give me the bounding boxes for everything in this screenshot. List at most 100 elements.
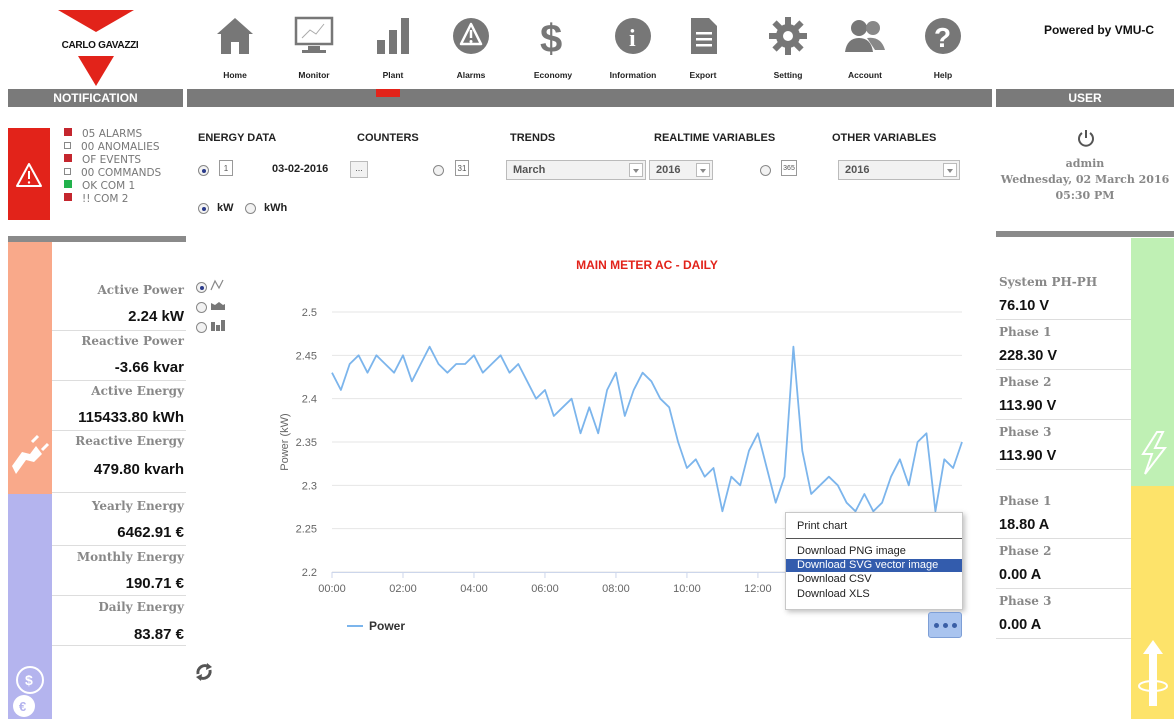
refresh-icon[interactable] bbox=[192, 660, 216, 684]
nav-monitor[interactable]: Monitor bbox=[279, 14, 349, 80]
divider bbox=[996, 469, 1131, 470]
month-calendar-icon[interactable]: 31 bbox=[455, 160, 469, 176]
measure-value: 18.80 A bbox=[999, 517, 1050, 533]
date-picker-button[interactable]: ... bbox=[350, 161, 368, 178]
info-icon: i bbox=[615, 18, 651, 54]
x-tick-label: 10:00 bbox=[673, 583, 701, 595]
nav-account[interactable]: Account bbox=[830, 14, 900, 80]
tab-other-variables[interactable]: OTHER VARIABLES bbox=[832, 132, 936, 144]
notification-text: !! COM 2 bbox=[82, 193, 129, 205]
kw-radio[interactable] bbox=[198, 203, 209, 214]
nav-information[interactable]: i Information bbox=[598, 14, 668, 80]
year-select[interactable]: 2016 bbox=[649, 160, 713, 180]
divider bbox=[996, 319, 1131, 320]
notification-text: 00 ANOMALIES bbox=[81, 141, 160, 153]
year-select-2[interactable]: 2016 bbox=[838, 160, 960, 180]
svg-text:?: ? bbox=[934, 22, 951, 53]
metric-value: 479.80 kvarh bbox=[93, 461, 184, 478]
divider bbox=[996, 419, 1131, 420]
tab-realtime-variables[interactable]: REALTIME VARIABLES bbox=[654, 132, 775, 144]
status-indicator bbox=[64, 180, 72, 188]
nav-label: Economy bbox=[533, 70, 573, 80]
alarm-warning-panel[interactable] bbox=[8, 128, 50, 220]
notification-row[interactable]: 00 ANOMALIES bbox=[64, 141, 160, 154]
measure-value: 113.90 V bbox=[999, 448, 1057, 464]
nav-economy[interactable]: $ Economy bbox=[518, 14, 588, 80]
kwh-radio[interactable] bbox=[245, 203, 256, 214]
measure-value: 228.30 V bbox=[999, 348, 1058, 364]
measure-value: 0.00 A bbox=[999, 617, 1042, 633]
tab-energy-data[interactable]: ENERGY DATA bbox=[198, 132, 276, 144]
nav-label: Account bbox=[848, 70, 882, 80]
gear-icon bbox=[769, 17, 807, 55]
notification-row[interactable]: !! COM 2 bbox=[64, 193, 128, 206]
y-tick-label: 2.4 bbox=[302, 394, 317, 406]
nav-label: Help bbox=[933, 70, 953, 80]
lightning-icon bbox=[1141, 431, 1168, 475]
month-radio[interactable] bbox=[433, 165, 444, 176]
svg-text:$: $ bbox=[540, 17, 562, 58]
day-radio[interactable] bbox=[198, 165, 209, 176]
status-indicator bbox=[64, 128, 72, 136]
notification-text: 00 COMMANDS bbox=[81, 167, 162, 179]
status-indicator bbox=[64, 168, 71, 175]
notification-row[interactable]: OK COM 1 bbox=[64, 180, 135, 193]
divider bbox=[996, 638, 1131, 639]
x-tick-label: 06:00 bbox=[531, 583, 559, 595]
export-icon bbox=[691, 18, 717, 54]
notification-row[interactable]: 00 COMMANDS bbox=[64, 167, 161, 180]
divider bbox=[996, 538, 1131, 539]
tab-counters[interactable]: COUNTERS bbox=[357, 132, 419, 144]
nav-plant[interactable]: Plant bbox=[358, 14, 428, 80]
alarms-icon bbox=[453, 18, 489, 54]
metric-label: Daily Energy bbox=[98, 600, 184, 614]
measure-label: Phase 2 bbox=[999, 544, 1052, 558]
month-select[interactable]: March bbox=[506, 160, 646, 180]
chevron-down-icon bbox=[696, 163, 710, 177]
measure-label: Phase 3 bbox=[999, 425, 1052, 439]
nav-home[interactable]: Home bbox=[200, 14, 270, 80]
notification-text: OF EVENTS bbox=[82, 154, 142, 166]
metric-label: Reactive Energy bbox=[75, 434, 184, 448]
export-menu-item[interactable]: Download PNG image bbox=[786, 545, 962, 558]
year-calendar-icon[interactable]: 365 bbox=[781, 160, 797, 176]
day-calendar-icon[interactable]: 1 bbox=[219, 160, 233, 176]
notification-row[interactable]: 05 ALARMS bbox=[64, 128, 142, 141]
export-menu-item[interactable]: Download SVG vector image bbox=[786, 559, 962, 572]
y-tick-label: 2.3 bbox=[302, 480, 317, 492]
nav-alarms[interactable]: Alarms bbox=[436, 14, 506, 80]
kwh-label: kWh bbox=[264, 202, 288, 214]
metric-label: Active Energy bbox=[91, 384, 184, 398]
metric-label: Reactive Power bbox=[81, 334, 184, 348]
divider bbox=[52, 430, 186, 431]
plug-icon bbox=[12, 434, 50, 474]
year-radio[interactable] bbox=[760, 165, 771, 176]
notification-row[interactable]: OF EVENTS bbox=[64, 154, 141, 167]
export-menu: Print chart Download PNG image Download SV… bbox=[785, 512, 963, 610]
nav-setting[interactable]: Setting bbox=[753, 14, 823, 80]
metric-value: 2.24 kW bbox=[128, 308, 184, 325]
metric-value: 115433.80 kWh bbox=[78, 409, 184, 426]
chart-menu-button[interactable] bbox=[928, 612, 962, 638]
nav-help[interactable]: ? Help bbox=[908, 14, 978, 80]
current-panel-strip bbox=[1131, 486, 1174, 719]
divider bbox=[52, 645, 186, 646]
y-tick-label: 2.25 bbox=[296, 524, 317, 536]
dollar-icon: $ bbox=[540, 17, 562, 58]
tab-trends[interactable]: TRENDS bbox=[510, 132, 555, 144]
export-menu-item[interactable]: Download XLS bbox=[786, 588, 962, 601]
divider bbox=[52, 380, 186, 381]
menu-separator bbox=[786, 538, 962, 539]
export-menu-item[interactable]: Print chart bbox=[786, 520, 962, 533]
status-indicator bbox=[64, 193, 72, 201]
nav-export[interactable]: Export bbox=[668, 14, 738, 80]
power-panel-strip bbox=[8, 242, 52, 494]
divider bbox=[52, 595, 186, 596]
power-icon[interactable] bbox=[1076, 128, 1096, 148]
user-time: 05:30 PM bbox=[1055, 189, 1115, 202]
export-menu-item[interactable]: Download CSV bbox=[786, 573, 962, 586]
currency-icon: $ € bbox=[13, 666, 44, 717]
x-tick-label: 00:00 bbox=[318, 583, 346, 595]
divider bbox=[52, 330, 186, 331]
divider bbox=[52, 545, 186, 546]
